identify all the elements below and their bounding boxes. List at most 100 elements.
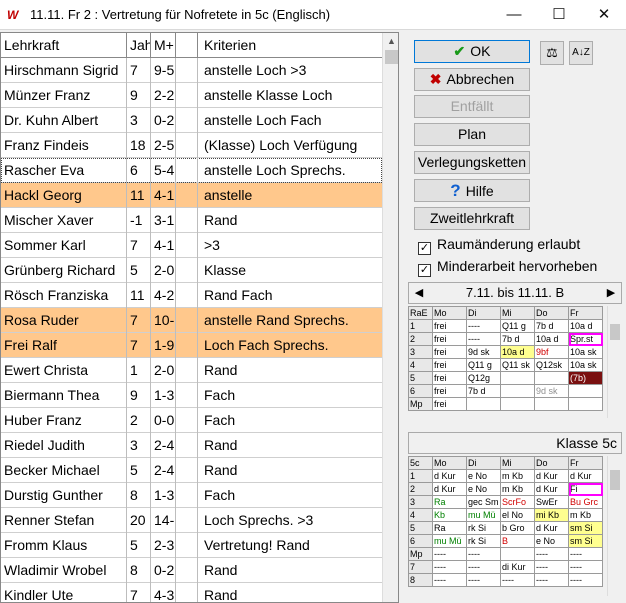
timetable-cell[interactable]: 10a d <box>534 332 569 346</box>
table-row[interactable]: Becker Michael 5 2-4 Rand <box>1 458 382 483</box>
scroll-thumb[interactable] <box>610 470 620 490</box>
timetable-cell[interactable] <box>568 397 603 411</box>
timetable-cell[interactable] <box>500 397 535 411</box>
col-lehrkraft[interactable]: Lehrkraft <box>1 33 127 58</box>
timetable-cell[interactable]: rk Si <box>466 534 501 548</box>
timetable-cell[interactable]: d Kur <box>534 482 569 496</box>
table-row[interactable]: Hackl Georg 11 4-1 anstelle <box>1 183 382 208</box>
timetable-cell[interactable]: d Kur <box>432 469 467 483</box>
raumaenderung-checkbox[interactable]: ✓ Raumänderung erlaubt <box>418 236 580 255</box>
timetable-cell[interactable]: d Kur <box>534 469 569 483</box>
table-row[interactable]: Biermann Thea 9 1-3 Fach <box>1 383 382 408</box>
timetable-cell[interactable]: ---- <box>568 547 603 561</box>
timetable-cell[interactable] <box>500 384 535 398</box>
timetable-cell[interactable]: 10a sk <box>568 345 603 359</box>
prev-week-icon[interactable]: ◀ <box>410 283 428 303</box>
timetable-cell[interactable]: d Kur <box>534 521 569 535</box>
table-row[interactable]: Münzer Franz 9 2-2 anstelle Klasse Loch <box>1 83 382 108</box>
entfaellt-button[interactable]: Entfällt <box>414 95 530 118</box>
close-button[interactable]: ✕ <box>582 0 626 30</box>
timetable-cell[interactable] <box>568 384 603 398</box>
timetable-cell[interactable]: m Kb <box>500 482 535 496</box>
timetable-cell[interactable]: d Kur <box>432 482 467 496</box>
col-mplus[interactable]: M+ <box>151 33 176 58</box>
timetable-cell[interactable]: ---- <box>466 332 501 346</box>
timetable-cell[interactable]: frei <box>432 332 467 346</box>
timetable-cell[interactable]: mu Mü <box>466 508 501 522</box>
timetable-cell[interactable]: e No <box>466 482 501 496</box>
timetable-cell[interactable] <box>500 547 535 561</box>
table-row[interactable]: Frei Ralf 7 1-9 Loch Fach Sprechs. <box>1 333 382 358</box>
timetable-cell[interactable]: ---- <box>568 573 603 587</box>
room-grid-hscroll[interactable] <box>408 419 607 427</box>
scroll-thumb[interactable] <box>385 50 398 64</box>
timetable-cell[interactable]: Spr.st <box>568 332 603 346</box>
timetable-cell[interactable]: frei <box>432 345 467 359</box>
table-row[interactable]: Kindler Ute 7 4-3 Rand <box>1 583 382 602</box>
minimize-button[interactable]: — <box>492 0 536 30</box>
timetable-cell[interactable]: (7b) <box>568 371 603 385</box>
minderarbeit-checkbox[interactable]: ✓ Minderarbeit hervorheben <box>418 258 597 277</box>
timetable-cell[interactable]: mi Kb <box>534 508 569 522</box>
timetable-cell[interactable]: ---- <box>534 573 569 587</box>
timetable-cell[interactable]: mu Mü <box>432 534 467 548</box>
timetable-cell[interactable]: 7b d <box>500 332 535 346</box>
timetable-cell[interactable]: ---- <box>466 547 501 561</box>
timetable-cell[interactable]: Ra <box>432 521 467 535</box>
table-row[interactable]: Mischer Xaver -1 3-1 Rand <box>1 208 382 233</box>
timetable-cell[interactable]: d Kur <box>568 469 603 483</box>
timetable-cell[interactable]: 10a d <box>568 319 603 333</box>
timetable-cell[interactable]: ---- <box>432 547 467 561</box>
timetable-cell[interactable]: ---- <box>534 560 569 574</box>
timetable-cell[interactable]: m Kb <box>568 508 603 522</box>
timetable-cell[interactable]: Ra <box>432 495 467 509</box>
timetable-cell[interactable]: 7b d <box>534 319 569 333</box>
timetable-cell[interactable] <box>500 371 535 385</box>
table-row[interactable]: Grünberg Richard 5 2-0 Klasse <box>1 258 382 283</box>
ok-button[interactable]: ✔ OK <box>414 40 530 63</box>
col-blank[interactable] <box>176 33 198 58</box>
timetable-cell[interactable]: 10a d <box>500 345 535 359</box>
table-scrollbar[interactable]: ▲ <box>382 33 398 602</box>
timetable-cell[interactable]: ---- <box>432 573 467 587</box>
table-row[interactable]: Riedel Judith 3 2-4 Rand <box>1 433 382 458</box>
timetable-cell[interactable]: 9d sk <box>534 384 569 398</box>
table-row[interactable]: Dr. Kuhn Albert 3 0-2 anstelle Loch Fach <box>1 108 382 133</box>
col-jah[interactable]: Jah <box>127 33 151 58</box>
timetable-cell[interactable]: Bu Grc <box>568 495 603 509</box>
timetable-cell[interactable] <box>534 371 569 385</box>
timetable-cell[interactable]: e No <box>534 534 569 548</box>
room-grid-scrollbar[interactable] <box>607 306 621 418</box>
abbrechen-button[interactable]: ✖ Abbrechen <box>414 68 530 91</box>
timetable-cell[interactable]: frei <box>432 358 467 372</box>
timetable-cell[interactable]: gec Sm <box>466 495 501 509</box>
table-row[interactable]: Fromm Klaus 5 2-3 Vertretung! Rand <box>1 533 382 558</box>
scroll-thumb[interactable] <box>610 324 620 340</box>
timetable-cell[interactable]: sm Si <box>568 534 603 548</box>
timetable-cell[interactable]: Kb <box>432 508 467 522</box>
timetable-cell[interactable]: Fi <box>568 482 603 496</box>
timetable-cell[interactable]: Q11 g <box>466 358 501 372</box>
maximize-button[interactable]: ☐ <box>537 0 581 30</box>
table-row[interactable]: Durstig Gunther 8 1-3 Fach <box>1 483 382 508</box>
timetable-cell[interactable]: e No <box>466 469 501 483</box>
table-row[interactable]: Rösch Franziska 11 4-2 Rand Fach <box>1 283 382 308</box>
verlegungsketten-button[interactable]: Verlegungsketten <box>414 151 530 174</box>
timetable-cell[interactable]: 9d sk <box>466 345 501 359</box>
timetable-cell[interactable]: ---- <box>466 560 501 574</box>
timetable-cell[interactable]: el No <box>500 508 535 522</box>
timetable-cell[interactable]: di Kur <box>500 560 535 574</box>
timetable-cell[interactable]: Q12g <box>466 371 501 385</box>
table-row[interactable]: Rosa Ruder 7 10- anstelle Rand Sprechs. <box>1 308 382 333</box>
table-row[interactable]: Franz Findeis 18 2-5 (Klasse) Loch Verfügun… <box>1 133 382 158</box>
zweitlehrkraft-button[interactable]: Zweitlehrkraft <box>414 207 530 230</box>
timetable-cell[interactable]: 7b d <box>466 384 501 398</box>
col-kriterien[interactable]: Kriterien <box>198 33 382 58</box>
timetable-cell[interactable]: ---- <box>432 560 467 574</box>
timetable-cell[interactable]: SwEr <box>534 495 569 509</box>
timetable-cell[interactable]: sm Si <box>568 521 603 535</box>
sort-az-icon[interactable]: A↓Z <box>569 41 593 65</box>
class-grid-scrollbar[interactable] <box>607 456 621 596</box>
timetable-cell[interactable]: Q11 sk <box>500 358 535 372</box>
next-week-icon[interactable]: ▶ <box>602 283 620 303</box>
